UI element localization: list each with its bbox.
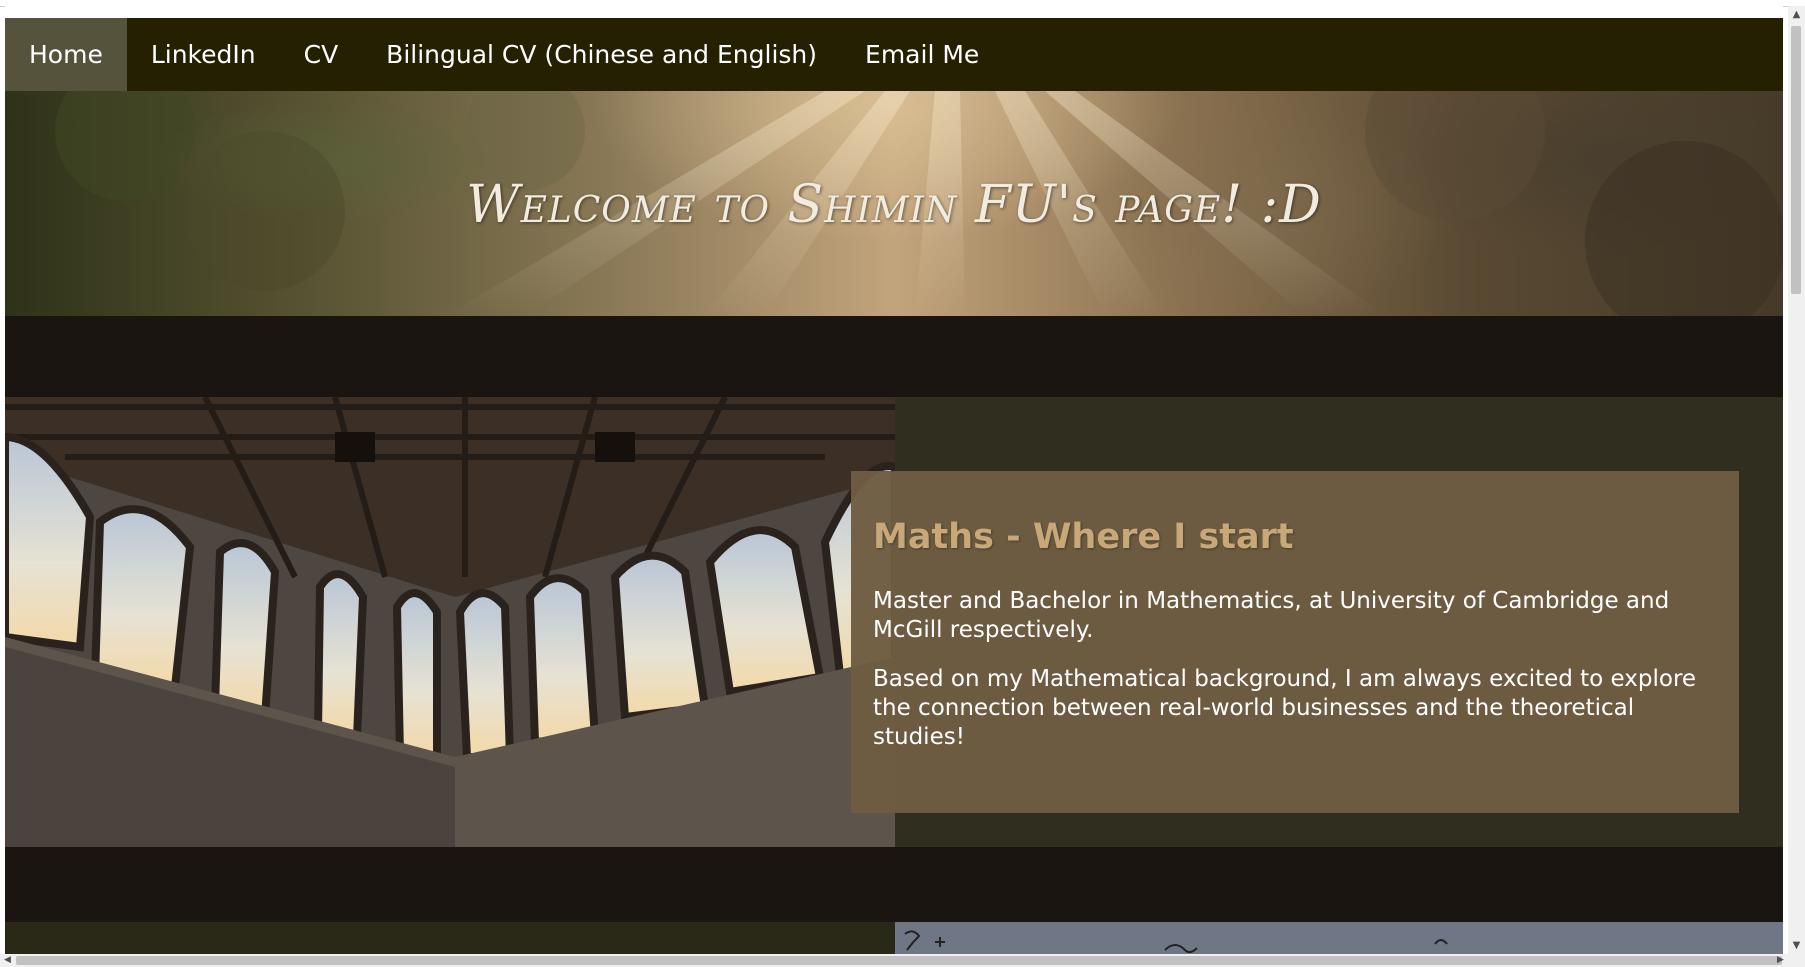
- page: Home LinkedIn CV Bilingual CV (Chinese a…: [5, 6, 1783, 954]
- vertical-scroll-thumb[interactable]: [1791, 26, 1801, 294]
- nav-item-email-me[interactable]: Email Me: [841, 18, 1003, 91]
- hero-banner: Welcome to Shimin FU's page! :D: [5, 91, 1783, 316]
- page-title: Welcome to Shimin FU's page! :D: [466, 175, 1322, 235]
- nav-item-bilingual-cv[interactable]: Bilingual CV (Chinese and English): [362, 18, 841, 91]
- nav-item-linkedin[interactable]: LinkedIn: [127, 18, 280, 91]
- vertical-scrollbar[interactable]: ▲ ▼: [1788, 6, 1805, 954]
- section-paragraph: Based on my Mathematical background, I a…: [873, 666, 1697, 750]
- nav-item-home[interactable]: Home: [5, 18, 127, 91]
- triangle-left-icon[interactable]: ◀: [0, 954, 15, 967]
- triangle-down-icon[interactable]: ▼: [1788, 937, 1805, 954]
- top-navigation: Home LinkedIn CV Bilingual CV (Chinese a…: [5, 18, 1783, 91]
- section-heading: Maths - Where I start: [873, 517, 1294, 557]
- next-section: [5, 922, 1783, 954]
- triangle-up-icon[interactable]: ▲: [1788, 6, 1805, 23]
- horizontal-scroll-thumb[interactable]: [16, 956, 1782, 965]
- handwritten-notes-image: [895, 922, 1783, 954]
- page-top-strip: [5, 6, 1783, 18]
- maths-section: Maths - Where I start Master and Bachelo…: [5, 397, 1783, 847]
- nav-item-cv[interactable]: CV: [280, 18, 363, 91]
- triangle-right-icon[interactable]: ▶: [1773, 954, 1788, 967]
- maths-caption-box: Maths - Where I start Master and Bachelo…: [851, 471, 1739, 813]
- arched-windows-image: [5, 397, 895, 847]
- horizontal-scrollbar[interactable]: ◀ ▶: [0, 954, 1805, 967]
- section-paragraph: Master and Bachelor in Mathematics, at U…: [873, 588, 1670, 643]
